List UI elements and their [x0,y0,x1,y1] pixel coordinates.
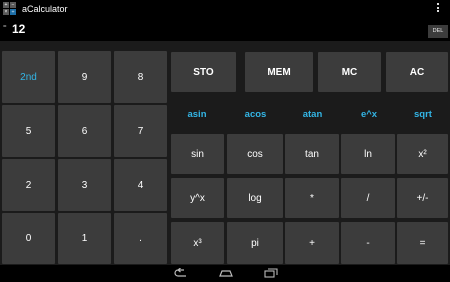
log-button[interactable]: log [227,178,283,218]
all-clear-button[interactable]: AC [386,52,448,92]
tan-button[interactable]: tan [285,134,339,174]
pi-button[interactable]: pi [227,222,283,264]
sin-button[interactable]: sin [171,134,224,174]
asin-label: asin [187,108,207,120]
result-display [0,18,450,41]
square-button[interactable]: x² [397,134,448,174]
sqrt-label: sqrt [414,108,432,120]
store-memory-button[interactable]: STO [171,52,236,92]
display-indicator: = [3,24,7,30]
acos-label: acos [244,108,267,120]
digit-0-button[interactable]: 0 [2,213,55,264]
cos-button[interactable]: cos [227,134,283,174]
plus-button[interactable]: + [285,222,339,264]
cube-button[interactable]: x³ [171,222,224,264]
digit-6-button[interactable]: 6 [58,105,111,157]
calculator-app-icon: + − × ÷ [3,2,16,15]
digit-7-button[interactable]: 7 [114,105,167,157]
digit-4-button[interactable]: 4 [114,159,167,211]
recall-memory-button[interactable]: MEM [245,52,313,92]
equals-button[interactable]: = [397,222,448,264]
overflow-menu-icon[interactable] [436,3,440,15]
negate-button[interactable]: +/- [397,178,448,218]
atan-label: atan [302,108,323,120]
home-icon[interactable] [218,268,234,278]
digit-2-button[interactable]: 2 [2,159,55,211]
digit-3-button[interactable]: 3 [58,159,111,211]
memory-clear-button[interactable]: MC [318,52,381,92]
app-title: aCalculator [22,4,68,14]
digit-1-button[interactable]: 1 [58,213,111,264]
digit-5-button[interactable]: 5 [2,105,55,157]
decimal-point-button[interactable]: . [114,213,167,264]
divide-button[interactable]: / [341,178,395,218]
recents-icon[interactable] [264,268,278,278]
multiply-button[interactable]: * [285,178,339,218]
power-button[interactable]: y^x [171,178,224,218]
back-icon[interactable] [172,268,188,278]
display-value: 12 [12,22,26,36]
second-function-button[interactable]: 2nd [2,51,55,103]
digit-8-button[interactable]: 8 [114,51,167,103]
exp-label: e^x [360,108,378,120]
digit-9-button[interactable]: 9 [58,51,111,103]
minus-button[interactable]: - [341,222,395,264]
delete-button[interactable]: DEL [428,25,448,38]
ln-button[interactable]: ln [341,134,395,174]
